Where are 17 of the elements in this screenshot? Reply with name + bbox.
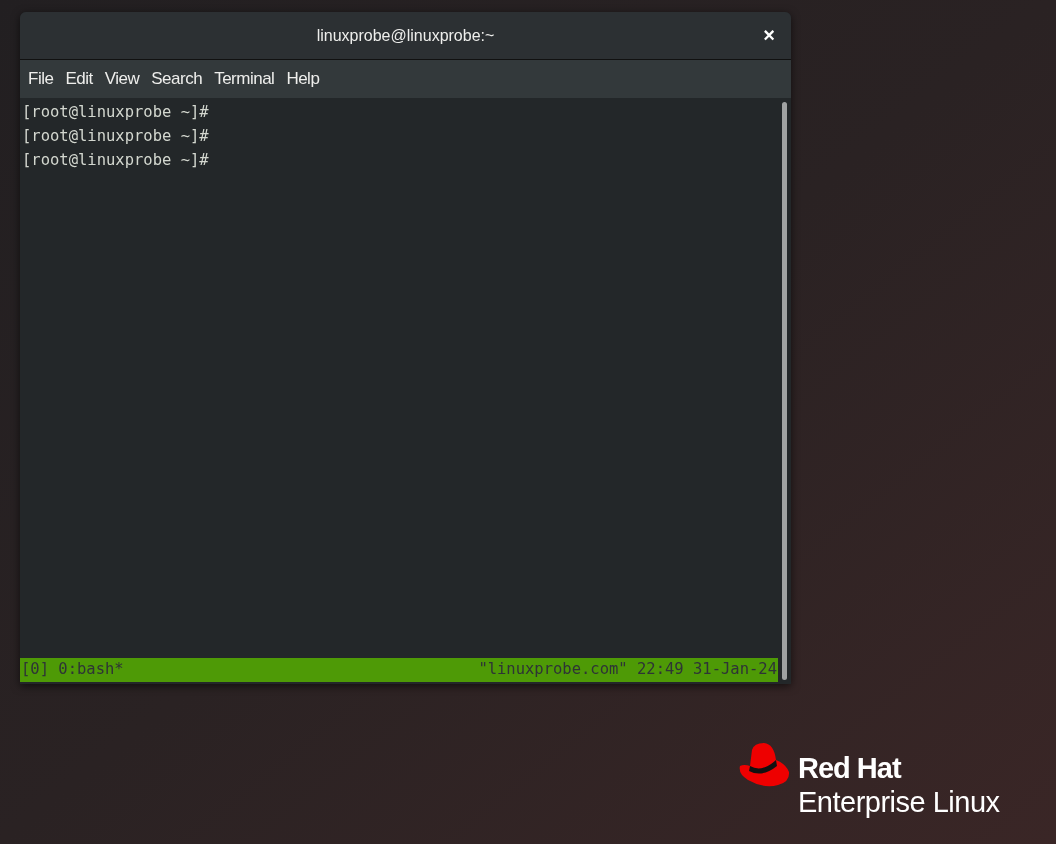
menu-item[interactable]: Edit <box>59 66 99 92</box>
terminal-line: [root@linuxprobe ~]# <box>22 126 210 147</box>
window-title: linuxprobe@linuxprobe:~ <box>316 25 495 46</box>
menu-item[interactable]: File <box>22 66 60 92</box>
menu-item[interactable]: Help <box>280 66 326 92</box>
logo-brand: Red Hat <box>798 754 903 783</box>
status-right: "linuxprobe.com" 22:49 31-Jan-24 <box>478 659 777 681</box>
close-button[interactable]: × <box>757 23 781 47</box>
menu-item[interactable]: Terminal <box>208 66 281 92</box>
scrollbar-thumb[interactable] <box>782 102 787 680</box>
menu-item[interactable]: View <box>98 66 146 92</box>
hat-logo-icon <box>739 743 790 787</box>
logo-product: Enterprise Linux <box>798 788 1000 817</box>
terminal-line: [root@linuxprobe ~]# <box>22 150 210 171</box>
terminal-line: [root@linuxprobe ~]# <box>22 102 210 123</box>
menu-item[interactable]: Search <box>145 66 209 92</box>
status-left: [0] 0:bash* <box>21 659 124 681</box>
